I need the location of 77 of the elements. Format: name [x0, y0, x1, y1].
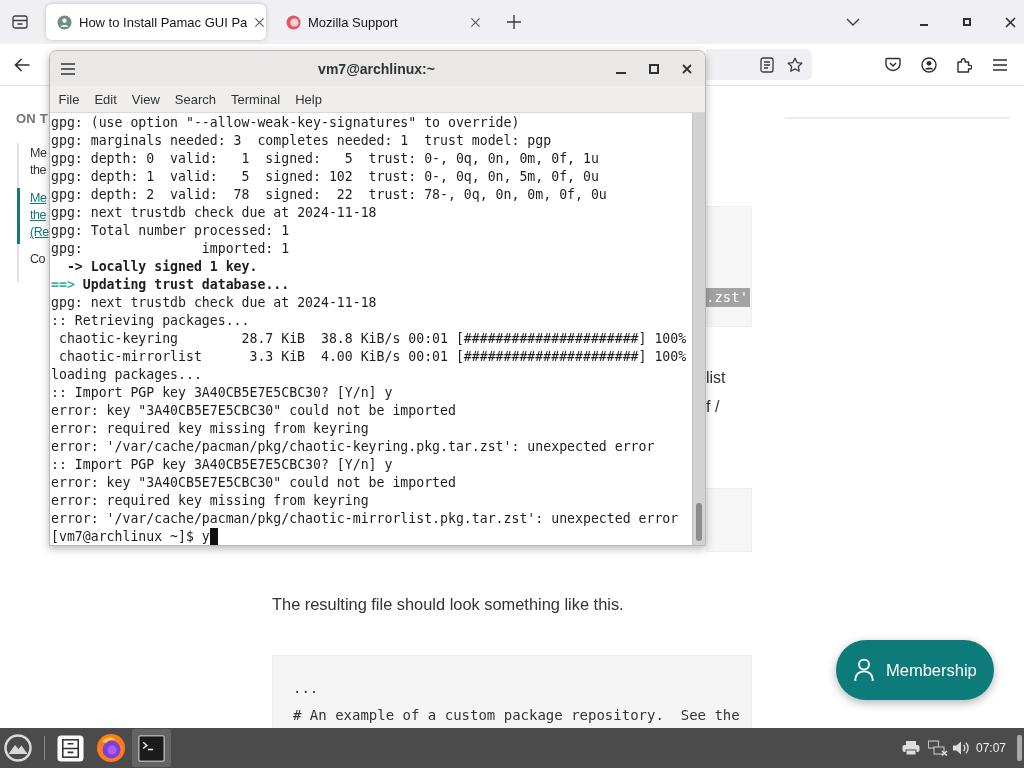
menu-icon[interactable]	[61, 62, 75, 75]
mountain-circle-icon[interactable]	[4, 734, 32, 762]
menu-item[interactable]: Search	[167, 91, 224, 107]
menu-item[interactable]: View	[124, 91, 168, 107]
terminal-line: gpg: (use option "--allow-weak-key-signatures" to override)	[51, 115, 520, 130]
terminal-line: -> Locally signed 1 key.	[65, 259, 258, 274]
taskbar-button[interactable]	[132, 729, 171, 767]
account-icon[interactable]	[921, 56, 937, 73]
close-icon[interactable]	[254, 16, 266, 28]
browser-tab[interactable]: Mozilla Support	[275, 4, 490, 40]
star-icon[interactable]	[787, 56, 803, 73]
document-icon[interactable]	[760, 56, 774, 73]
maximize-icon[interactable]	[963, 18, 971, 26]
window-title: vm7@archlinux:~	[318, 60, 435, 77]
person-icon	[854, 658, 874, 682]
membership-button[interactable]: Membership	[836, 640, 994, 700]
terminal-line: chaotic-keyring 28.7 KiB 38.8 KiB/s 00:01 [######################] 100%	[57, 331, 687, 346]
browser-tab[interactable]: How to Install Pamac GUI Pa	[46, 4, 266, 40]
terminal-line: error: '/var/cache/pacman/pkg/chaotic-mirrorlist.pkg.tar.zst': unexpected error	[51, 511, 679, 526]
terminal-line: error: required key missing from keyring	[51, 421, 369, 436]
address-field[interactable]	[706, 49, 812, 80]
close-icon[interactable]	[470, 16, 481, 28]
puzzle-icon[interactable]	[956, 56, 972, 73]
body-text: f /	[706, 398, 720, 415]
terminal-line: gpg: next trustdb check due at 2024-11-18	[51, 205, 377, 220]
menu-item[interactable]: Help	[287, 91, 330, 107]
terminal-icon	[138, 734, 165, 762]
menu-item[interactable]: Terminal	[223, 91, 288, 107]
site-logo-icon	[286, 14, 301, 30]
close-icon[interactable]	[1005, 16, 1016, 28]
shield-chevron-icon[interactable]	[885, 57, 901, 72]
printer-icon[interactable]	[901, 740, 920, 756]
clock-text: 07:07	[975, 741, 1006, 755]
menu-item[interactable]: Edit	[86, 91, 125, 107]
minimize-icon[interactable]	[616, 71, 626, 74]
menu-icon[interactable]	[992, 57, 1008, 72]
terminal-line: error: '/var/cache/pacman/pkg/chaotic-keyring.pkg.tar.zst': unexpected error	[51, 439, 655, 454]
code-line: ...	[293, 680, 319, 696]
terminal-line: chaotic-mirrorlist 3.3 KiB 4.00 KiB/s 00:01 [######################] 100%	[57, 349, 687, 364]
toc-link[interactable]: Co	[17, 249, 45, 272]
chevron-down-icon[interactable]	[846, 18, 860, 26]
file-cabinet-icon	[57, 734, 84, 762]
terminal-line: gpg: depth: 0 valid: 1 signed: 5 trust: 0-, 0q, 0n, 0m, 0f, 1u	[51, 151, 599, 166]
plus-icon[interactable]	[507, 15, 521, 29]
network-offline-icon[interactable]	[927, 740, 948, 756]
terminal-line: gpg: depth: 1 valid: 5 signed: 102 trust: 0-, 0q, 0n, 5m, 0f, 0u	[51, 169, 599, 184]
terminal-line: error: key "3A40CB5E7E5CBC30" could not be imported	[51, 475, 456, 490]
terminal-line: :: Import PGP key 3A40CB5E7E5CBC30? [Y/n] y	[51, 385, 393, 400]
code-line: # An example of a custom package repository. See the	[293, 707, 740, 723]
terminal-line: loading packages...	[51, 367, 202, 382]
panel-handle[interactable]	[1017, 735, 1022, 761]
maximize-icon[interactable]	[649, 63, 659, 74]
highlighted-code-text: .zst'	[706, 288, 751, 307]
menu-item[interactable]: File	[51, 91, 87, 107]
close-icon[interactable]	[682, 63, 692, 74]
back-arrow-icon[interactable]	[14, 57, 30, 72]
terminal-line: error: key "3A40CB5E7E5CBC30" could not be imported	[51, 403, 456, 418]
browser-icon	[96, 733, 126, 763]
body-text: The resulting file should look something like this.	[272, 594, 624, 615]
terminal-line: :: Retrieving packages...	[51, 313, 250, 328]
body-text: list	[706, 369, 726, 386]
scrollbar-thumb[interactable]	[696, 503, 702, 541]
tab-list-icon[interactable]	[12, 14, 28, 30]
site-logo-icon	[57, 14, 72, 30]
terminal-line: ==> Updating trust database...	[51, 277, 290, 292]
terminal-line: gpg: imported: 1	[51, 241, 290, 256]
cursor-block-icon	[209, 528, 218, 545]
toc-link[interactable]: Me the	[17, 143, 47, 183]
terminal-line: gpg: next trustdb check due at 2024-11-18	[51, 295, 377, 310]
terminal-line: :: Import PGP key 3A40CB5E7E5CBC30? [Y/n] y	[51, 457, 393, 472]
terminal-line: [vm7@archlinux ~]$ y	[51, 529, 210, 544]
terminal-line: gpg: depth: 2 valid: 78 signed: 22 trust: 78-, 0q, 0n, 0m, 0f, 0u	[51, 187, 607, 202]
terminal-line: gpg: Total number processed: 1	[51, 223, 290, 238]
speaker-icon[interactable]	[951, 740, 970, 756]
toc-heading: ON T	[16, 112, 48, 126]
terminal-line: gpg: marginals needed: 3 completes needed: 1 trust model: pgp	[51, 133, 552, 148]
terminal-line: error: required key missing from keyring	[51, 493, 369, 508]
